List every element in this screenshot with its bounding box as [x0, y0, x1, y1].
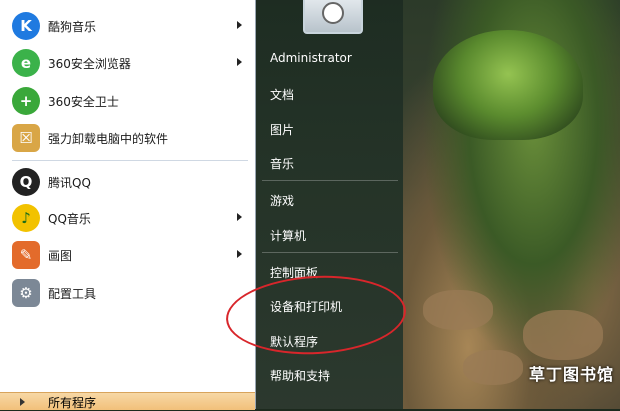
config-tool-icon: ⚙ [12, 279, 40, 307]
program-label: 酷狗音乐 [48, 19, 97, 34]
all-programs-button[interactable]: 所有程序 [0, 392, 255, 410]
wallpaper-grass [433, 30, 583, 140]
program-label: 腾讯QQ [48, 175, 91, 190]
kugou-icon: K [12, 12, 40, 40]
user-name-link[interactable]: Administrator [270, 51, 352, 65]
wallpaper-stone [423, 290, 493, 330]
submenu-arrow-icon [237, 213, 242, 221]
computer-link[interactable]: 计算机 [270, 227, 306, 244]
uninstall-icon: ☒ [12, 124, 40, 152]
documents-link[interactable]: 文档 [270, 86, 294, 103]
program-qq[interactable]: Q 腾讯QQ [8, 165, 248, 199]
program-label: 强力卸载电脑中的软件 [48, 131, 169, 146]
program-label: 360安全卫士 [48, 94, 119, 109]
menu-separator [262, 252, 398, 253]
program-kugou[interactable]: K 酷狗音乐 [8, 9, 248, 43]
program-label: QQ音乐 [48, 211, 91, 226]
games-link[interactable]: 游戏 [270, 192, 294, 209]
program-label: 配置工具 [48, 286, 97, 301]
desktop-wallpaper [403, 0, 620, 409]
program-uninstall[interactable]: ☒ 强力卸载电脑中的软件 [8, 121, 248, 155]
start-menu-programs-panel: K 酷狗音乐 e 360安全浏览器 + 360安全卫士 ☒ 强力卸载电脑中的软件… [0, 0, 256, 410]
all-programs-label: 所有程序 [48, 396, 97, 410]
qq-music-icon: ♪ [12, 204, 40, 232]
watermark: 草丁图书馆 [528, 365, 614, 384]
program-360-browser[interactable]: e 360安全浏览器 [8, 46, 248, 80]
program-label: 360安全浏览器 [48, 56, 131, 71]
program-qq-music[interactable]: ♪ QQ音乐 [8, 201, 248, 235]
help-support-link[interactable]: 帮助和支持 [270, 367, 330, 384]
program-label: 画图 [48, 248, 73, 263]
triangle-right-icon [20, 398, 25, 406]
wallpaper-stone [463, 350, 523, 385]
user-avatar[interactable] [303, 0, 363, 34]
program-paint[interactable]: ✎ 画图 [8, 238, 248, 272]
360-browser-icon: e [12, 49, 40, 77]
qq-icon: Q [12, 168, 40, 196]
menu-separator [12, 160, 248, 161]
program-360-safe[interactable]: + 360安全卫士 [8, 84, 248, 118]
menu-separator [262, 180, 398, 181]
360-safe-icon: + [12, 87, 40, 115]
avatar-picture-icon [322, 2, 344, 24]
music-link[interactable]: 音乐 [270, 155, 294, 172]
pictures-link[interactable]: 图片 [270, 121, 294, 138]
submenu-arrow-icon [237, 58, 242, 66]
wallpaper-stone [523, 310, 603, 360]
submenu-arrow-icon [237, 21, 242, 29]
submenu-arrow-icon [237, 250, 242, 258]
program-config-tool[interactable]: ⚙ 配置工具 [8, 276, 248, 310]
paint-icon: ✎ [12, 241, 40, 269]
